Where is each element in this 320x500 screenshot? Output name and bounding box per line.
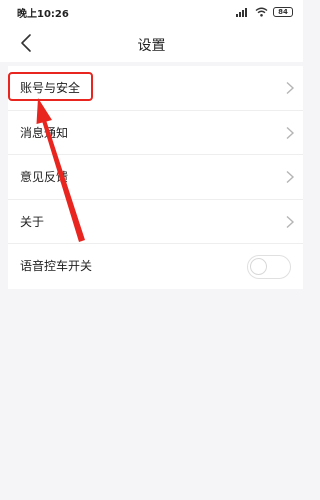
chevron-right-icon xyxy=(286,215,295,228)
settings-item-notifications[interactable]: 消息通知 xyxy=(8,111,303,156)
status-bar: 晚上10:26 84 xyxy=(0,0,303,24)
toggle-knob xyxy=(250,258,267,276)
signal-icon xyxy=(236,8,247,17)
settings-item-about[interactable]: 关于 xyxy=(8,200,303,245)
settings-item-feedback[interactable]: 意见反馈 xyxy=(8,155,303,200)
chevron-right-icon xyxy=(286,81,295,95)
voice-control-label: 语音控车开关 xyxy=(20,259,93,274)
chevron-right-icon xyxy=(286,171,295,184)
battery-level: 84 xyxy=(278,8,288,16)
settings-item-label: 消息通知 xyxy=(20,125,69,140)
voice-control-toggle[interactable] xyxy=(247,255,291,280)
annotation-highlight-box xyxy=(8,72,93,101)
status-icons: 84 xyxy=(236,6,293,18)
battery-icon: 84 xyxy=(273,7,293,17)
wifi-icon xyxy=(255,7,268,17)
page-title: 设置 xyxy=(137,38,166,54)
header: 设置 xyxy=(0,24,303,62)
settings-item-label: 意见反馈 xyxy=(20,170,69,185)
settings-item-voice-control: 语音控车开关 xyxy=(8,244,303,289)
chevron-right-icon xyxy=(286,126,295,139)
settings-item-label: 关于 xyxy=(20,214,45,229)
status-time: 晚上10:26 xyxy=(17,9,69,20)
